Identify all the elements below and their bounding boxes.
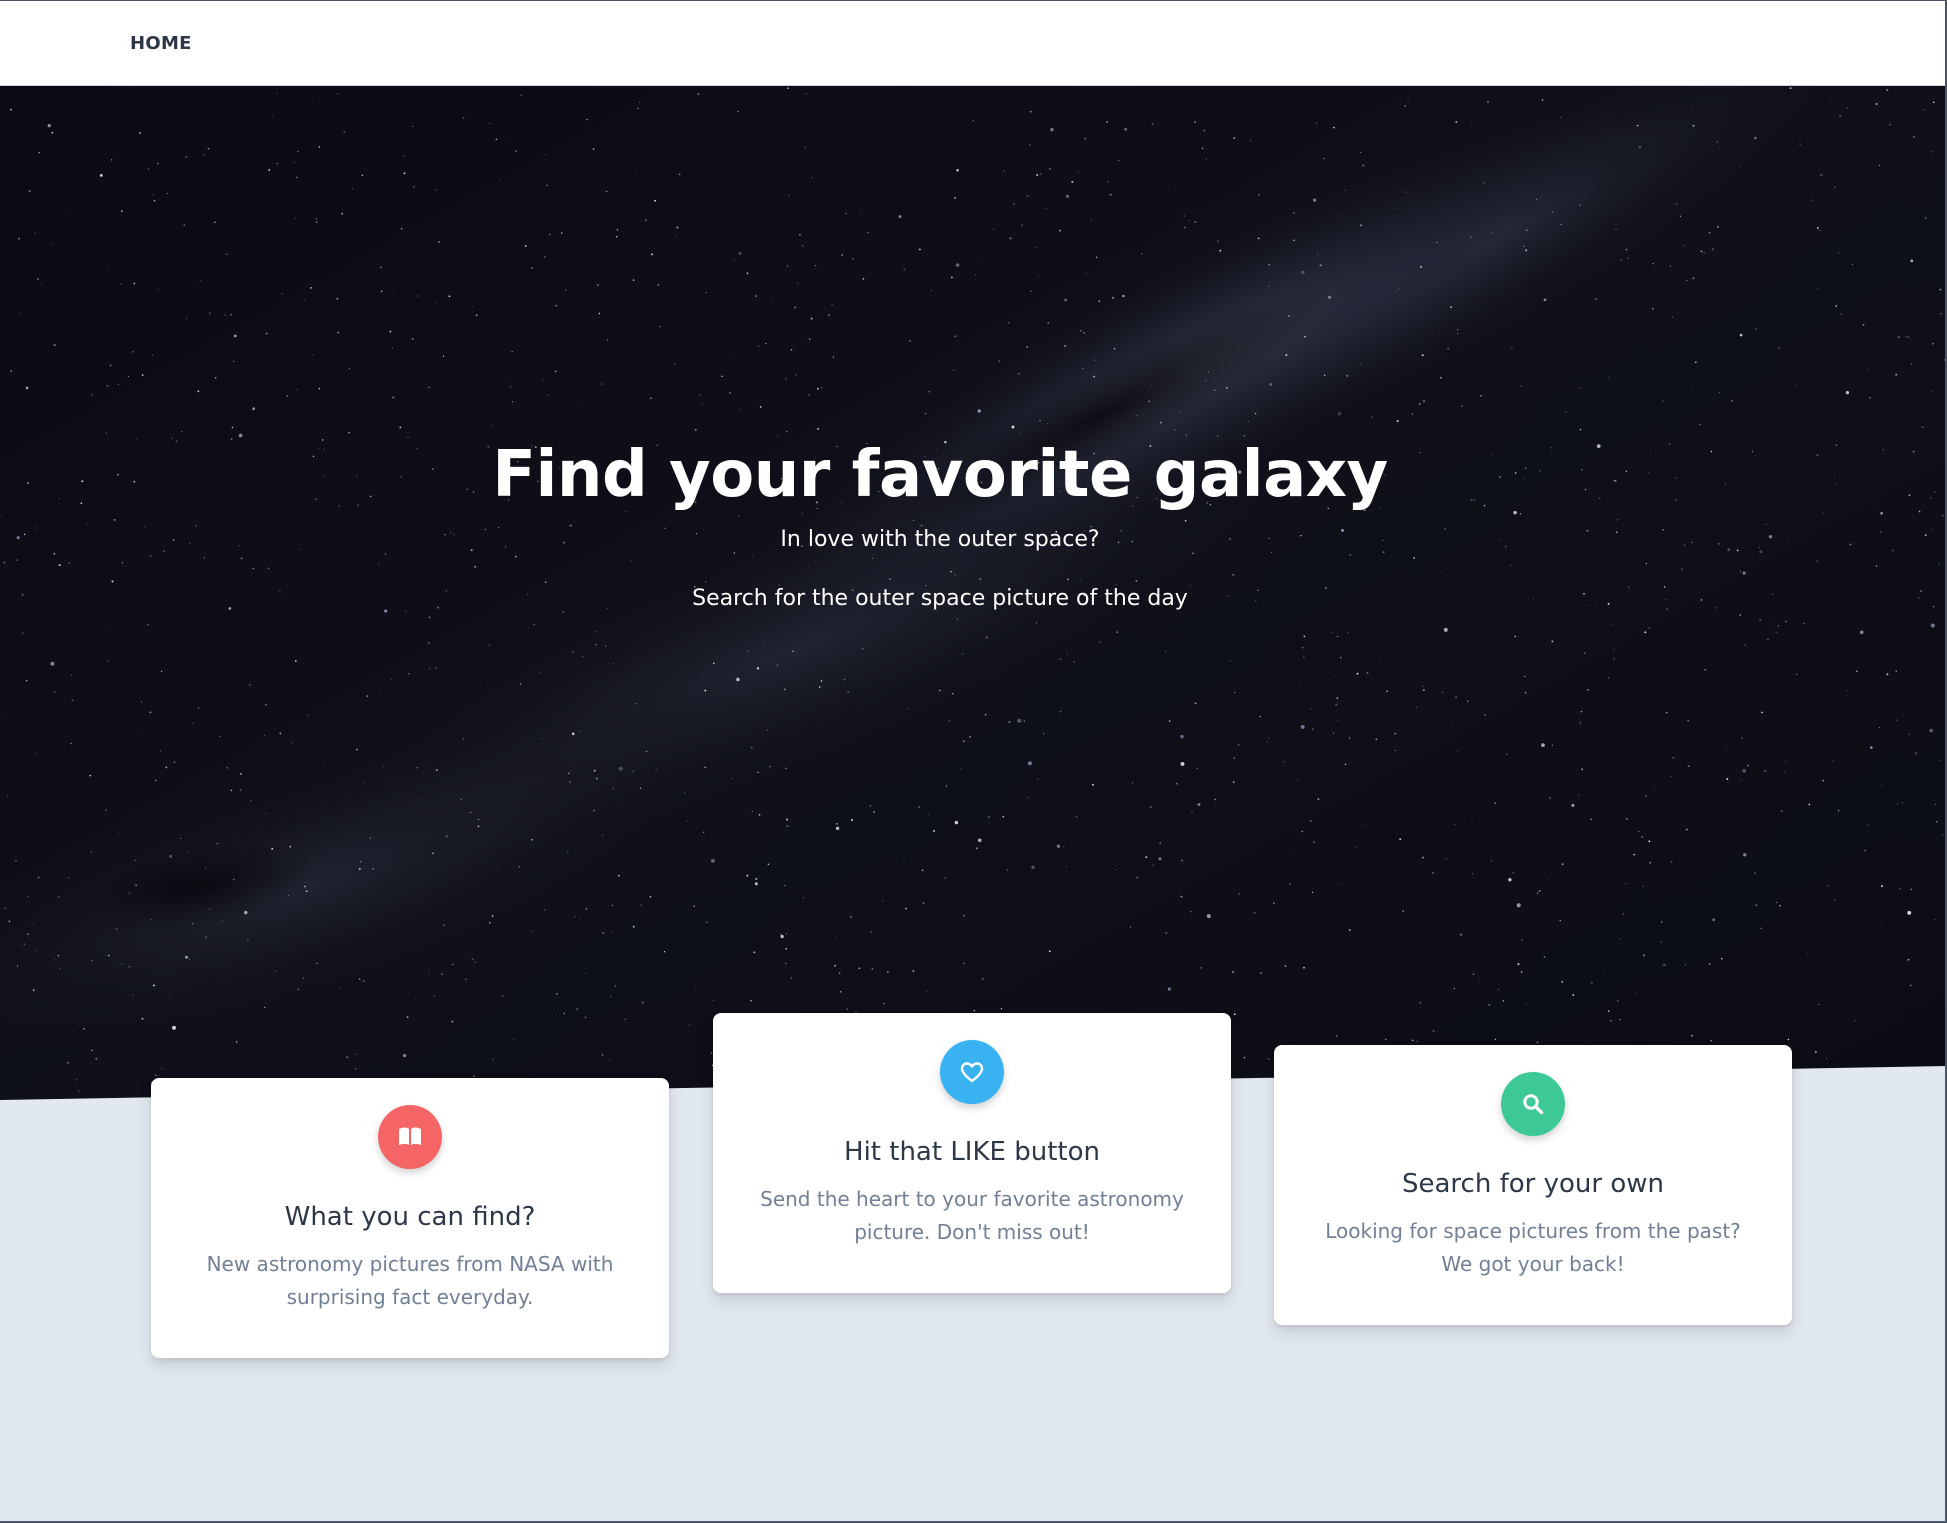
search-icon (1501, 1072, 1565, 1136)
book-open-icon (378, 1105, 442, 1169)
feature-card-title: Hit that LIKE button (844, 1137, 1100, 1167)
hero-subtitle-1: In love with the outer space? (780, 527, 1100, 552)
feature-card-title: What you can find? (284, 1202, 536, 1232)
hero-title: Find your favorite galaxy (492, 438, 1388, 512)
feature-card-text: Looking for space pictures from the past… (1325, 1219, 1741, 1276)
feature-card-text: New astronomy pictures from NASA with su… (206, 1252, 614, 1309)
top-navbar: HOME (0, 0, 1947, 86)
hero-subtitle-2: Search for the outer space picture of th… (692, 586, 1188, 611)
nav-home-link[interactable]: HOME (130, 33, 192, 54)
feature-card-find: What you can find? New astronomy picture… (151, 1078, 669, 1358)
feature-card-title: Search for your own (1402, 1169, 1664, 1199)
feature-card-like: Hit that LIKE button Send the heart to y… (713, 1013, 1231, 1293)
heart-icon (940, 1040, 1004, 1104)
feature-card-text: Send the heart to your favorite astronom… (760, 1187, 1184, 1244)
feature-card-search: Search for your own Looking for space pi… (1274, 1045, 1792, 1325)
